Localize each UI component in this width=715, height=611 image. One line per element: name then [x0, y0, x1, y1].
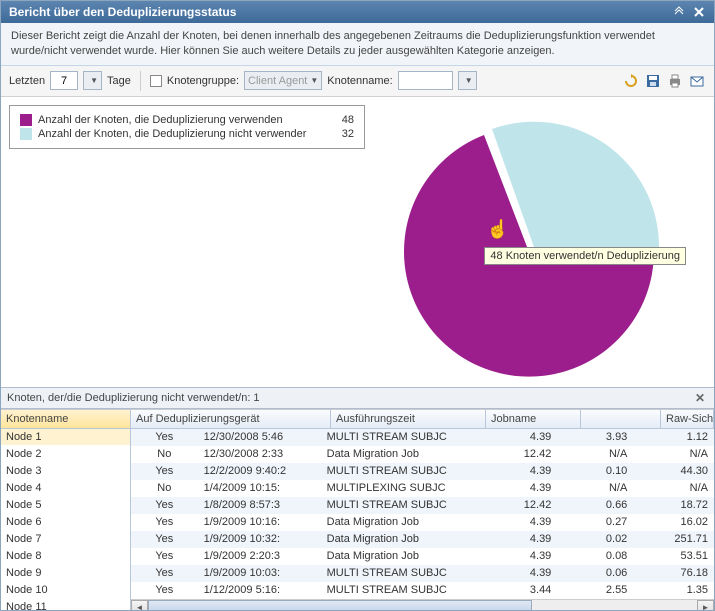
report-window: Bericht über den Deduplizierungsstatus D… — [0, 0, 715, 611]
titlebar-controls — [672, 5, 706, 19]
scroll-thumb[interactable] — [148, 600, 532, 610]
chevron-down-icon: ▼ — [90, 76, 98, 85]
horizontal-scrollbar[interactable]: ◄ ► — [131, 599, 714, 610]
collapse-icon[interactable] — [672, 5, 686, 19]
grid-caption-bar: Knoten, der/die Deduplizierung nicht ver… — [1, 387, 714, 409]
grid-close-icon[interactable]: ✕ — [692, 391, 708, 405]
data-columns-header: Auf Deduplizierungsgerät Ausführungszeit… — [131, 410, 714, 429]
node-row[interactable]: Node 3 — [1, 463, 130, 480]
col-5[interactable] — [581, 410, 661, 428]
print-icon[interactable] — [666, 72, 684, 90]
titlebar: Bericht über den Deduplizierungsstatus — [1, 1, 714, 23]
refresh-icon[interactable] — [622, 72, 640, 90]
table-row[interactable]: Yes12/2/2009 9:40:2MULTI STREAM SUBJC4.3… — [131, 463, 714, 480]
col-time[interactable]: Ausführungszeit — [331, 410, 486, 428]
window-title: Bericht über den Deduplizierungsstatus — [9, 5, 236, 19]
data-columns: Auf Deduplizierungsgerät Ausführungszeit… — [131, 410, 714, 610]
report-description: Dieser Bericht zeigt die Anzahl der Knot… — [1, 23, 714, 66]
legend-item[interactable]: Anzahl der Knoten, die Deduplizierung ni… — [20, 128, 354, 140]
nodename-label: Knotenname: — [327, 75, 392, 87]
table-row[interactable]: Yes1/8/2009 8:57:3MULTI STREAM SUBJC12.4… — [131, 497, 714, 514]
legend-swatch — [20, 128, 32, 140]
node-row[interactable]: Node 11 — [1, 599, 130, 610]
col-dedup[interactable]: Auf Deduplizierungsgerät — [131, 410, 331, 428]
data-rows: Yes12/30/2008 5:46MULTI STREAM SUBJC4.39… — [131, 429, 714, 599]
close-icon[interactable] — [692, 5, 706, 19]
chart-area: Anzahl der Knoten, die Deduplizierung ve… — [1, 97, 714, 387]
table-row[interactable]: Yes12/30/2008 5:46MULTI STREAM SUBJC4.39… — [131, 429, 714, 446]
table-row[interactable]: No1/4/2009 10:15:MULTIPLEXING SUBJC4.39N… — [131, 480, 714, 497]
days-unit-dropdown[interactable]: ▼ — [83, 71, 102, 90]
node-row[interactable]: Node 9 — [1, 565, 130, 582]
node-row[interactable]: Node 5 — [1, 497, 130, 514]
node-row[interactable]: Node 6 — [1, 514, 130, 531]
node-row[interactable]: Node 7 — [1, 531, 130, 548]
days-input[interactable] — [50, 71, 78, 90]
node-row[interactable]: Node 4 — [1, 480, 130, 497]
separator — [140, 71, 141, 91]
table-row[interactable]: Yes1/9/2009 10:03:MULTI STREAM SUBJC4.39… — [131, 565, 714, 582]
chart-legend: Anzahl der Knoten, die Deduplizierung ve… — [9, 105, 365, 149]
legend-item[interactable]: Anzahl der Knoten, die Deduplizierung ve… — [20, 114, 354, 126]
grid-caption-text: Knoten, der/die Deduplizierung nicht ver… — [7, 392, 260, 404]
table-row[interactable]: Yes1/9/2009 10:32:Data Migration Job4.39… — [131, 531, 714, 548]
node-row[interactable]: Node 2 — [1, 446, 130, 463]
col-job[interactable]: Jobname — [486, 410, 581, 428]
node-row[interactable]: Node 1 — [1, 429, 130, 446]
scroll-right-icon[interactable]: ► — [697, 600, 714, 610]
table-row[interactable]: No12/30/2008 2:33Data Migration Job12.42… — [131, 446, 714, 463]
nodename-input[interactable] — [398, 71, 453, 90]
table-row[interactable]: Yes1/9/2009 10:16:Data Migration Job4.39… — [131, 514, 714, 531]
toolbar-actions — [622, 72, 706, 90]
last-label: Letzten — [9, 75, 45, 87]
nodegroup-dropdown[interactable]: Client Agent▼ — [244, 71, 322, 90]
data-grid: Knotenname Node 1Node 2Node 3Node 4Node … — [1, 409, 714, 610]
nodename-dropdown[interactable]: ▼ — [458, 71, 477, 90]
col-raw[interactable]: Raw-Sicherungsgröße — [661, 410, 714, 428]
node-column: Knotenname Node 1Node 2Node 3Node 4Node … — [1, 410, 131, 610]
nodegroup-label: Knotengruppe: — [167, 75, 239, 87]
scroll-track[interactable] — [148, 600, 697, 610]
filter-toolbar: Letzten ▼ Tage Knotengruppe: Client Agen… — [1, 66, 714, 97]
chevron-down-icon: ▼ — [465, 76, 473, 85]
nodegroup-checkbox[interactable] — [150, 75, 162, 87]
node-list: Node 1Node 2Node 3Node 4Node 5Node 6Node… — [1, 429, 130, 610]
legend-swatch — [20, 114, 32, 126]
table-row[interactable]: Yes1/9/2009 2:20:3Data Migration Job4.39… — [131, 548, 714, 565]
node-column-header[interactable]: Knotenname — [1, 410, 130, 429]
table-row[interactable]: Yes1/12/2009 5:16:MULTI STREAM SUBJC3.44… — [131, 582, 714, 599]
email-icon[interactable] — [688, 72, 706, 90]
chart-tooltip: 48 Knoten verwendet/n Deduplizierung — [484, 247, 686, 265]
save-icon[interactable] — [644, 72, 662, 90]
scroll-left-icon[interactable]: ◄ — [131, 600, 148, 610]
days-unit-label: Tage — [107, 75, 131, 87]
chevron-down-icon: ▼ — [310, 76, 318, 85]
node-row[interactable]: Node 10 — [1, 582, 130, 599]
node-row[interactable]: Node 8 — [1, 548, 130, 565]
